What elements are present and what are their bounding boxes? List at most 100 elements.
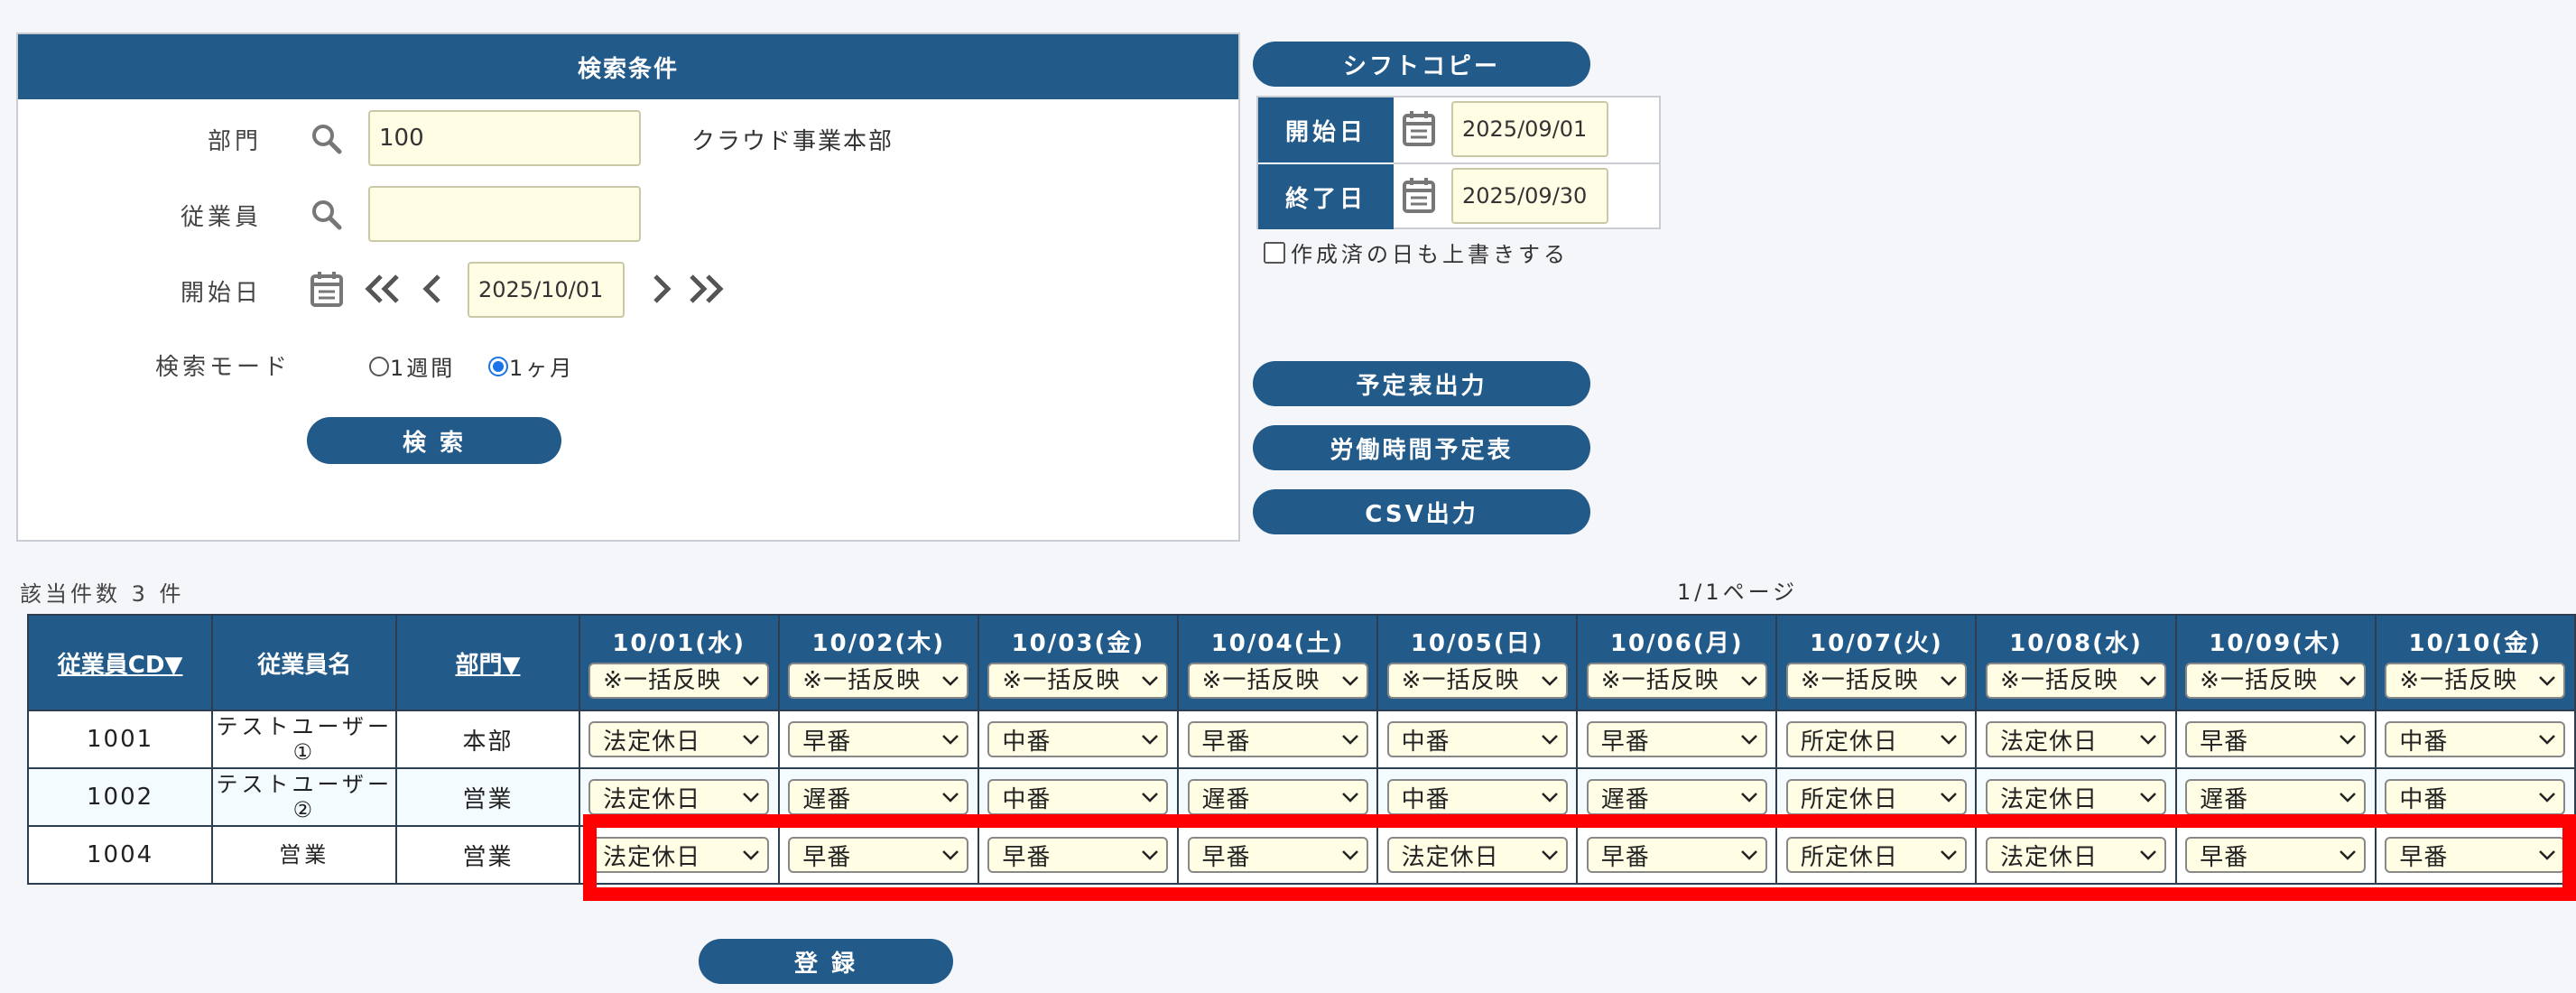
bulk-apply-value: ※一括反映 xyxy=(1800,667,1919,694)
double-chevron-left-icon[interactable] xyxy=(363,271,404,307)
shift-select[interactable]: 法定休日 xyxy=(1986,721,2167,757)
dept-search-icon[interactable] xyxy=(309,121,345,157)
shift-select[interactable]: 早番 xyxy=(1586,837,1767,873)
header-date-3: 10/04(土) ※一括反映 xyxy=(1176,614,1379,711)
shift-select[interactable]: 中番 xyxy=(2385,779,2566,815)
bulk-apply-select[interactable]: ※一括反映 xyxy=(788,663,969,699)
chevron-down-icon xyxy=(2340,735,2357,745)
shift-select[interactable]: 中番 xyxy=(1386,779,1568,815)
chevron-down-icon xyxy=(1740,735,1757,745)
copy-end-label: 終了日 xyxy=(1258,164,1394,229)
shift-select[interactable]: 早番 xyxy=(788,721,969,757)
header-date-label: 10/03(金) xyxy=(1011,630,1145,657)
bulk-apply-select[interactable]: ※一括反映 xyxy=(987,663,1169,699)
employee-input[interactable] xyxy=(368,186,641,242)
shift-select[interactable]: 早番 xyxy=(2185,837,2367,873)
shift-select[interactable]: 遅番 xyxy=(1187,779,1368,815)
search-button[interactable]: 検 索 xyxy=(307,417,561,464)
header-date-8: 10/09(木) ※一括反映 xyxy=(2174,614,2377,711)
header-dept[interactable]: 部門▼ xyxy=(395,614,580,711)
header-emp-cd-label[interactable]: 従業員CD▼ xyxy=(58,652,183,679)
bulk-apply-select[interactable]: ※一括反映 xyxy=(1187,663,1368,699)
shift-select[interactable]: 所定休日 xyxy=(1785,779,1967,815)
shift-select[interactable]: 中番 xyxy=(987,721,1169,757)
shift-select[interactable]: 法定休日 xyxy=(588,837,770,873)
cell-shift: 早番 xyxy=(1576,710,1778,769)
table-body: 1001 テストユーザー① 本部 法定休日 早番 中番 早番 中番 早番 所定休日 法定休日 早番 中番… xyxy=(26,710,2576,885)
double-chevron-right-icon[interactable] xyxy=(684,271,726,307)
shift-select[interactable]: 所定休日 xyxy=(1785,837,1967,873)
employee-search-icon[interactable] xyxy=(309,197,345,233)
chevron-down-icon xyxy=(942,676,959,686)
chevron-down-icon xyxy=(1740,793,1757,803)
overwrite-label: 作成済の日も上書きする xyxy=(1291,242,1569,267)
bulk-apply-select[interactable]: ※一括反映 xyxy=(2185,663,2367,699)
bulk-apply-select[interactable]: ※一括反映 xyxy=(2385,663,2566,699)
shift-select-value: 所定休日 xyxy=(1800,728,1898,756)
cell-shift: 法定休日 xyxy=(1376,825,1579,885)
header-emp-cd[interactable]: 従業員CD▼ xyxy=(26,614,214,711)
shift-select[interactable]: 遅番 xyxy=(788,779,969,815)
copy-divider xyxy=(1394,162,1661,164)
shift-select[interactable]: 法定休日 xyxy=(588,779,770,815)
bulk-apply-value: ※一括反映 xyxy=(1002,667,1121,694)
chevron-down-icon xyxy=(2539,735,2556,745)
shift-select[interactable]: 早番 xyxy=(1586,721,1767,757)
calendar-icon[interactable] xyxy=(1401,175,1437,215)
shift-select[interactable]: 早番 xyxy=(2185,721,2367,757)
cell-shift: 遅番 xyxy=(2174,767,2377,827)
shift-select-value: 遅番 xyxy=(1600,785,1650,813)
header-date-label: 10/09(木) xyxy=(2209,630,2342,657)
shift-select[interactable]: 遅番 xyxy=(1586,779,1767,815)
start-date-label: 開始日 xyxy=(180,280,262,307)
shift-select[interactable]: 法定休日 xyxy=(1986,779,2167,815)
shift-select[interactable]: 早番 xyxy=(2385,837,2566,873)
overwrite-option[interactable]: 作成済の日も上書きする xyxy=(1264,237,1569,268)
bulk-apply-select[interactable]: ※一括反映 xyxy=(1986,663,2167,699)
overwrite-checkbox[interactable] xyxy=(1264,241,1285,264)
shift-select[interactable]: 法定休日 xyxy=(1986,837,2167,873)
chevron-right-icon[interactable] xyxy=(650,271,673,307)
header-date-4: 10/05(日) ※一括反映 xyxy=(1376,614,1579,711)
bulk-apply-select[interactable]: ※一括反映 xyxy=(1785,663,1967,699)
labor-schedule-button[interactable]: 労働時間予定表 xyxy=(1253,425,1590,470)
shift-select[interactable]: 遅番 xyxy=(2185,779,2367,815)
shift-select[interactable]: 中番 xyxy=(987,779,1169,815)
header-date-7: 10/08(水) ※一括反映 xyxy=(1975,614,2177,711)
shift-select[interactable]: 中番 xyxy=(2385,721,2566,757)
register-button[interactable]: 登 録 xyxy=(699,939,953,984)
shift-select[interactable]: 早番 xyxy=(788,837,969,873)
shift-select-value: 法定休日 xyxy=(603,728,701,756)
calendar-icon[interactable] xyxy=(1401,108,1437,148)
shift-select[interactable]: 法定休日 xyxy=(588,721,770,757)
copy-start-input[interactable]: 2025/09/01 xyxy=(1451,101,1608,157)
mode-month-option[interactable]: 1ヶ月 xyxy=(487,350,574,382)
start-date-input[interactable]: 2025/10/01 xyxy=(468,262,625,318)
header-dept-label[interactable]: 部門▼ xyxy=(455,652,520,679)
csv-output-button[interactable]: CSV出力 xyxy=(1253,489,1590,534)
cell-shift: 法定休日 xyxy=(1975,710,2177,769)
shift-select[interactable]: 早番 xyxy=(987,837,1169,873)
shift-select-value: 早番 xyxy=(1002,843,1052,871)
chevron-left-icon[interactable] xyxy=(421,271,444,307)
chevron-down-icon xyxy=(743,850,760,860)
dept-input[interactable]: 100 xyxy=(368,110,641,166)
bulk-apply-select[interactable]: ※一括反映 xyxy=(1386,663,1568,699)
schedule-output-button[interactable]: 予定表出力 xyxy=(1253,361,1590,406)
shift-select[interactable]: 早番 xyxy=(1187,721,1368,757)
bulk-apply-select[interactable]: ※一括反映 xyxy=(588,663,770,699)
bulk-apply-value: ※一括反映 xyxy=(802,667,922,694)
cell-shift: 法定休日 xyxy=(578,825,780,885)
shift-select[interactable]: 所定休日 xyxy=(1785,721,1967,757)
mode-week-option[interactable]: 1週間 xyxy=(368,350,455,382)
shift-select-value: 中番 xyxy=(2399,728,2449,756)
shift-select[interactable]: 中番 xyxy=(1386,721,1568,757)
calendar-icon[interactable] xyxy=(309,269,345,309)
copy-end-input[interactable]: 2025/09/30 xyxy=(1451,168,1608,224)
bulk-apply-select[interactable]: ※一括反映 xyxy=(1586,663,1767,699)
shift-copy-button[interactable]: シフトコピー xyxy=(1253,42,1590,87)
shift-select[interactable]: 法定休日 xyxy=(1386,837,1568,873)
table-row: 1001 テストユーザー① 本部 法定休日 早番 中番 早番 中番 早番 所定休日 法定休日 早番 中番 xyxy=(26,710,2576,769)
shift-select[interactable]: 早番 xyxy=(1187,837,1368,873)
cell-shift: 遅番 xyxy=(1176,767,1379,827)
